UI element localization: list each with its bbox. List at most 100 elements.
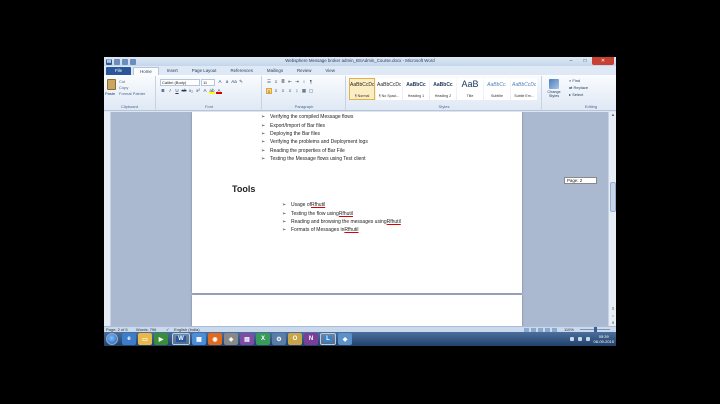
shrink-font-icon[interactable]: a <box>224 79 230 85</box>
document-page-next[interactable] <box>192 295 522 326</box>
style-no-spacing[interactable]: AaBbCcDc ¶ No Spaci... <box>376 78 402 100</box>
numbering-icon[interactable]: ≡ <box>273 79 279 85</box>
tab-file[interactable]: File <box>106 67 132 75</box>
find-button[interactable]: ⌕ Find <box>569 78 588 83</box>
list-item[interactable]: ➢ Testing the flow using Rfhutil <box>282 209 401 217</box>
section-heading[interactable]: Tools <box>232 184 255 194</box>
list-item[interactable]: ➢ Export/Import of Bar files <box>261 121 368 129</box>
bold-icon[interactable]: B <box>160 88 166 94</box>
list-item[interactable]: ➢ Verifying the compiled Message flows <box>261 113 368 121</box>
tab-home[interactable]: Home <box>133 67 159 75</box>
maximize-button[interactable]: □ <box>578 57 592 65</box>
excel-icon[interactable]: X <box>256 333 270 345</box>
justify-icon[interactable]: ≡ <box>287 88 293 94</box>
explorer-icon[interactable]: ▦ <box>192 333 206 345</box>
lync-icon[interactable]: L <box>320 333 336 345</box>
sort-icon[interactable]: ↕ <box>301 79 307 85</box>
style-title[interactable]: AaB Title <box>457 78 483 100</box>
style-normal[interactable]: AaBbCcDc ¶ Normal <box>349 78 375 100</box>
list-item[interactable]: ➢ Verifying the problems and Deployment l… <box>261 138 368 146</box>
vertical-scrollbar[interactable]: ▲ ⇞ ○ ⇟ <box>608 112 616 326</box>
style-subtitle[interactable]: AaBbCc. Subtitle <box>484 78 510 100</box>
clear-format-icon[interactable]: ✎ <box>238 79 244 85</box>
app-icon[interactable]: ◈ <box>224 333 238 345</box>
network-icon[interactable] <box>569 337 574 341</box>
underline-icon[interactable]: U <box>174 88 180 94</box>
tab-view[interactable]: View <box>319 67 340 75</box>
document-page[interactable]: ➢ Verifying the compiled Message flows ➢ E… <box>192 112 522 293</box>
show-marks-icon[interactable]: ¶ <box>308 79 314 85</box>
decrease-indent-icon[interactable]: ⇤ <box>287 79 293 85</box>
firefox-icon[interactable]: ◉ <box>208 333 222 345</box>
tab-insert[interactable]: Insert <box>161 67 184 75</box>
ie-icon[interactable]: e <box>122 333 136 345</box>
misspelled-word[interactable]: Rfhutil <box>311 202 325 208</box>
tab-references[interactable]: References <box>224 67 258 75</box>
shading-icon[interactable]: ▦ <box>301 88 307 94</box>
paste-button[interactable]: Paste <box>105 91 115 96</box>
scroll-thumb[interactable] <box>610 182 616 212</box>
close-button[interactable]: ✕ <box>592 57 614 65</box>
highlight-icon[interactable]: ab <box>209 88 215 94</box>
previous-page-icon[interactable]: ⇞ <box>610 306 616 312</box>
media-player-icon[interactable]: ▶ <box>154 333 168 345</box>
list-item[interactable]: ➢ Deploying the Bar files <box>261 130 368 138</box>
multilevel-list-icon[interactable]: ≣ <box>280 79 286 85</box>
tab-page-layout[interactable]: Page Layout <box>186 67 223 75</box>
app-icon-3[interactable]: ⚙ <box>272 333 286 345</box>
increase-indent-icon[interactable]: ⇥ <box>294 79 300 85</box>
cut-button[interactable]: Cut <box>119 79 145 84</box>
browse-object-icon[interactable]: ○ <box>610 313 616 319</box>
list-item[interactable]: ➢ Reading and browsing the messages using… <box>282 218 401 226</box>
change-styles-label: Change Styles <box>547 90 561 98</box>
misspelled-word[interactable]: Rfhutil <box>344 227 358 233</box>
tab-mailings[interactable]: Mailings <box>261 67 289 75</box>
list-item[interactable]: ➢ Formats of Messages in Rfhutil <box>282 226 401 234</box>
app-icon-4[interactable]: ◆ <box>338 333 352 345</box>
grow-font-icon[interactable]: A <box>217 79 223 85</box>
scroll-up-icon[interactable]: ▲ <box>610 112 616 118</box>
minimize-button[interactable]: – <box>564 57 578 65</box>
copy-button[interactable]: Copy <box>119 85 145 90</box>
list-item[interactable]: ➢ Testing the Message flows using Test cl… <box>261 155 368 163</box>
volume-icon[interactable] <box>577 337 582 341</box>
start-button[interactable] <box>106 333 118 345</box>
style-heading-2[interactable]: AaBbCc Heading 2 <box>430 78 456 100</box>
word-taskbar-icon[interactable]: W <box>172 333 190 345</box>
subscript-icon[interactable]: x₂ <box>188 88 194 94</box>
change-styles-button[interactable]: Change Styles <box>545 79 563 98</box>
app-icon-2[interactable]: ▤ <box>240 333 254 345</box>
superscript-icon[interactable]: x² <box>195 88 201 94</box>
list-item[interactable]: ➢ Usage of Rfhutil <box>282 201 401 209</box>
replace-button[interactable]: ⇄ Replace <box>569 85 588 90</box>
align-right-icon[interactable]: ≡ <box>280 88 286 94</box>
select-button[interactable]: ▸ Select <box>569 92 588 97</box>
style-heading-1[interactable]: AaBbCc Heading 1 <box>403 78 429 100</box>
borders-icon[interactable]: ▢ <box>308 88 314 94</box>
style-subtle-emphasis[interactable]: AaBbCcDc Subtle Em... <box>511 78 537 100</box>
format-painter-button[interactable]: Format Painter <box>119 91 145 96</box>
outlook-icon[interactable]: O <box>288 333 302 345</box>
font-name-select[interactable]: Calibri (Body) <box>160 79 200 86</box>
onenote-icon[interactable]: N <box>304 333 318 345</box>
font-color-icon[interactable]: A <box>216 88 222 94</box>
list-item[interactable]: ➢ Reading the properties of Bar File <box>261 147 368 155</box>
strikethrough-icon[interactable]: ab <box>181 88 187 94</box>
italic-icon[interactable]: I <box>167 88 173 94</box>
power-icon[interactable] <box>585 337 590 341</box>
document-area[interactable]: ➢ Verifying the compiled Message flows ➢ E… <box>111 112 608 326</box>
align-center-icon[interactable]: ≡ <box>273 88 279 94</box>
font-group-label: Font <box>204 104 213 109</box>
misspelled-word[interactable]: Rfhutil <box>387 219 401 225</box>
font-size-select[interactable]: 11 <box>201 79 215 86</box>
tab-review[interactable]: Review <box>291 67 317 75</box>
misspelled-word[interactable]: Rfhutil <box>339 211 353 217</box>
paste-icon[interactable] <box>107 79 116 90</box>
bullets-icon[interactable]: ☰ <box>266 79 272 85</box>
align-left-icon[interactable]: ≡ <box>266 88 272 94</box>
clock[interactable]: 05:39 08-09-2015 <box>594 334 614 344</box>
folder-icon[interactable]: ▭ <box>138 333 152 345</box>
text-effects-icon[interactable]: A <box>202 88 208 94</box>
line-spacing-icon[interactable]: ↨ <box>294 88 300 94</box>
change-case-icon[interactable]: Aa <box>231 79 237 85</box>
